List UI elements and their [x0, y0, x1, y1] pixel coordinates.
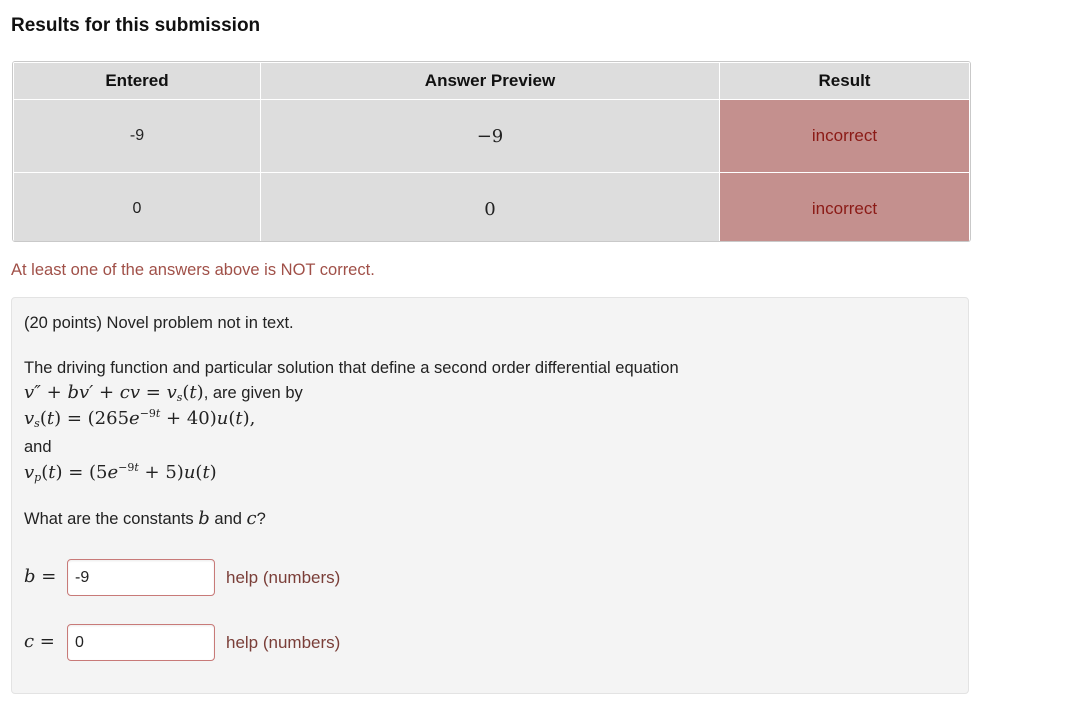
table-row: -9 −9 incorrect	[13, 99, 970, 173]
particular-solution-math: vp(t) = (5e−9t + 5)u(t)	[24, 461, 217, 484]
entered-cell: -9	[13, 99, 261, 173]
driving-function: vs(t) = (265e−9t + 40)u(t),	[24, 407, 255, 430]
help-link-numbers-b[interactable]: help (numbers)	[226, 568, 340, 588]
differential-equation: v″ + bv′ + cv = vs(t), are given by	[24, 382, 303, 404]
problem-points-line: (20 points) Novel problem not in text.	[24, 314, 294, 332]
question-pre: What are the constants	[24, 510, 194, 528]
problem-panel: (20 points) Novel problem not in text. T…	[11, 297, 969, 694]
problem-intro: The driving function and particular solu…	[24, 359, 679, 377]
column-header-result: Result	[719, 62, 970, 100]
column-header-answer-preview: Answer Preview	[260, 62, 720, 100]
question-text: What are the constants b and c?	[24, 508, 266, 529]
answer-input-b[interactable]	[67, 559, 215, 596]
answer-preview-cell: 0	[260, 172, 720, 241]
column-header-entered: Entered	[13, 62, 261, 100]
particular-solution: vp(t) = (5e−9t + 5)u(t)	[24, 461, 217, 484]
result-cell-incorrect: incorrect	[719, 99, 970, 173]
answer-label-b: b =	[24, 566, 57, 587]
help-link-numbers-c[interactable]: help (numbers)	[226, 633, 340, 653]
incorrect-warning: At least one of the answers above is NOT…	[11, 261, 375, 279]
var-c: c	[246, 508, 257, 529]
equation-tail-text: , are given by	[203, 384, 303, 402]
table-row: 0 0 incorrect	[13, 172, 970, 241]
ode-math: v″ + bv′ + cv = vs(t)	[24, 382, 204, 404]
question-end: ?	[256, 510, 266, 528]
answer-preview-cell: −9	[260, 99, 720, 173]
result-cell-incorrect: incorrect	[719, 172, 970, 241]
var-b: b	[198, 508, 210, 529]
answer-label-c: c =	[24, 631, 55, 652]
answer-input-c[interactable]	[67, 624, 215, 661]
and-text: and	[24, 438, 52, 456]
question-and: and	[214, 510, 242, 528]
page-title: Results for this submission	[11, 15, 261, 36]
driving-function-math: vs(t) = (265e−9t + 40)u(t),	[24, 407, 256, 430]
table-header-row: Entered Answer Preview Result	[13, 62, 970, 100]
entered-cell: 0	[13, 172, 261, 241]
results-table: Entered Answer Preview Result -9 −9 inco…	[12, 61, 971, 242]
